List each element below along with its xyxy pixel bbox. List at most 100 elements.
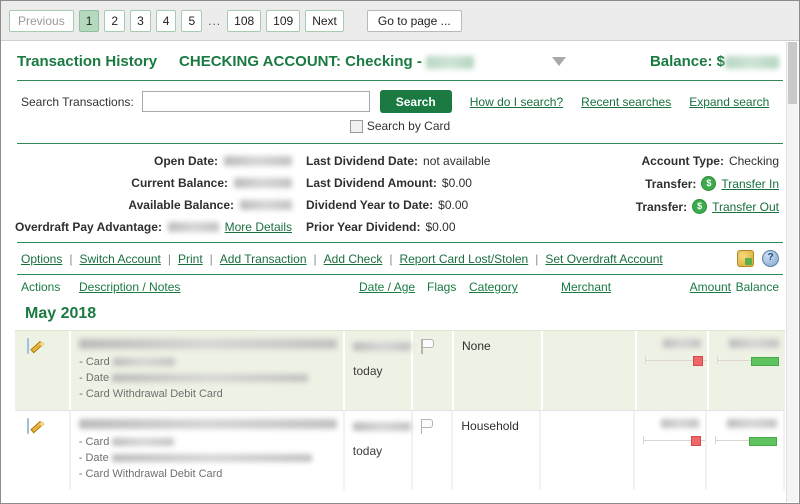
pagination-page-4[interactable]: 4 xyxy=(155,9,177,32)
detail-value: Checking xyxy=(728,154,779,168)
transfer-in-link[interactable]: Transfer In xyxy=(721,177,779,191)
transaction-age: today xyxy=(352,444,383,458)
options-link[interactable]: Options xyxy=(21,252,62,266)
row-merchant-cell xyxy=(541,411,635,490)
note-date-redacted xyxy=(112,374,309,382)
detail-label: Transfer: xyxy=(635,199,688,214)
detail-dividend-year-to-date: Dividend Year to Date: $0.00 xyxy=(300,198,570,212)
edit-icon[interactable] xyxy=(27,338,29,354)
row-balance-cell xyxy=(709,331,785,410)
amount-mini-bar xyxy=(645,355,707,366)
transaction-age: today xyxy=(353,364,383,378)
search-button[interactable]: Search xyxy=(379,90,452,113)
column-header-balance: Balance xyxy=(735,280,779,294)
search-by-card-row: Search by Card xyxy=(15,115,785,143)
transaction-date-redacted xyxy=(353,342,412,352)
row-date-cell: today xyxy=(345,331,414,410)
go-to-page-button[interactable]: Go to page ... xyxy=(366,9,462,32)
column-header-merchant[interactable]: Merchant xyxy=(561,280,659,294)
row-actions-cell xyxy=(15,331,72,410)
detail-current-balance: Current Balance: xyxy=(15,176,300,190)
set-overdraft-account-link[interactable]: Set Overdraft Account xyxy=(545,252,662,266)
row-category-cell: None xyxy=(454,331,543,410)
how-do-i-search-link[interactable]: How do I search? xyxy=(470,95,563,109)
pagination-bar: Previous 1 2 3 4 5 ... 108 109 Next Go t… xyxy=(1,1,799,41)
note-date: - Date xyxy=(79,452,337,464)
debit-marker xyxy=(691,436,701,446)
transfer-out-link[interactable]: Transfer Out xyxy=(712,200,779,214)
transaction-table-header: Actions Description / Notes Date / Age F… xyxy=(15,275,785,299)
detail-label: Last Dividend Amount: xyxy=(306,176,437,190)
export-package-icon[interactable] xyxy=(737,250,754,267)
chevron-down-icon[interactable] xyxy=(552,57,567,66)
available-balance-value-redacted xyxy=(240,200,292,210)
detail-label: Last Dividend Date: xyxy=(306,154,419,168)
separator: | xyxy=(209,251,213,266)
detail-label: Overdraft Pay Advantage: xyxy=(15,220,162,234)
account-name-label: CHECKING ACCOUNT: Checking - xyxy=(179,53,475,70)
pagination-page-5[interactable]: 5 xyxy=(181,9,203,32)
overdraft-value-redacted xyxy=(167,222,219,232)
detail-label: Prior Year Dividend: xyxy=(306,220,421,234)
row-description-cell: - Card - Date - Card Withdrawal Debit Ca… xyxy=(71,331,346,410)
note-type: - Card Withdrawal Debit Card xyxy=(79,468,337,480)
more-details-link[interactable]: More Details xyxy=(225,220,292,234)
row-date-cell: today xyxy=(345,411,413,490)
scrollbar-thumb[interactable] xyxy=(788,42,797,104)
column-header-date[interactable]: Date / Age xyxy=(359,280,427,294)
row-actions-cell xyxy=(15,411,71,490)
pagination-page-109[interactable]: 109 xyxy=(266,9,301,32)
pagination-page-108[interactable]: 108 xyxy=(227,9,262,32)
transaction-description-redacted xyxy=(78,419,337,429)
add-transaction-link[interactable]: Add Transaction xyxy=(220,252,307,266)
pagination-page-3[interactable]: 3 xyxy=(130,9,151,32)
recent-searches-link[interactable]: Recent searches xyxy=(581,95,671,109)
note-prefix: - Date xyxy=(79,372,110,384)
card-number-redacted xyxy=(112,358,175,366)
separator: | xyxy=(167,251,171,266)
separator: | xyxy=(535,251,539,266)
account-details: Open Date: Current Balance: Available Ba… xyxy=(15,144,785,242)
detail-account-type: Account Type: Checking xyxy=(570,154,785,168)
mini-bar-tick xyxy=(715,436,716,444)
detail-last-dividend-date: Last Dividend Date: not available xyxy=(300,154,570,168)
edit-icon[interactable] xyxy=(27,418,29,434)
table-row[interactable]: - Card - Date - Card Withdrawal Debit Ca… xyxy=(15,410,785,490)
column-header-category[interactable]: Category xyxy=(469,280,561,294)
report-card-lost-stolen-link[interactable]: Report Card Lost/Stolen xyxy=(399,252,528,266)
detail-value: not available xyxy=(423,154,491,168)
account-number-redacted xyxy=(426,55,475,69)
action-bar-icons: ? xyxy=(737,250,783,267)
column-header-amount[interactable]: Amount xyxy=(659,280,731,294)
running-balance-redacted xyxy=(729,339,779,348)
switch-account-link[interactable]: Switch Account xyxy=(79,252,160,266)
pagination-page-1[interactable]: 1 xyxy=(78,9,100,32)
column-header-flags: Flags xyxy=(427,280,457,294)
expand-search-link[interactable]: Expand search xyxy=(689,95,769,109)
pagination-page-2[interactable]: 2 xyxy=(104,9,126,32)
page-content: Transaction History CHECKING ACCOUNT: Ch… xyxy=(1,41,799,490)
balance-mini-bar xyxy=(717,355,779,366)
row-amount-cell xyxy=(635,411,707,490)
search-input[interactable] xyxy=(141,91,370,112)
detail-label: Current Balance: xyxy=(131,176,228,190)
pagination-next-button[interactable]: Next xyxy=(305,9,344,32)
table-row[interactable]: - Card - Date - Card Withdrawal Debit Ca… xyxy=(15,330,785,410)
help-icon[interactable]: ? xyxy=(762,250,779,267)
account-name-text: CHECKING ACCOUNT: Checking - xyxy=(179,53,422,70)
search-by-card-checkbox[interactable] xyxy=(349,119,363,133)
search-by-card-label: Search by Card xyxy=(366,119,451,133)
column-header-description[interactable]: Description / Notes xyxy=(79,280,359,294)
note-card: - Card xyxy=(79,436,337,448)
transaction-amount-redacted xyxy=(661,419,699,428)
add-check-link[interactable]: Add Check xyxy=(324,252,383,266)
detail-label: Dividend Year to Date: xyxy=(306,198,434,212)
print-link[interactable]: Print xyxy=(178,252,203,266)
pagination-previous-button[interactable]: Previous xyxy=(9,9,74,32)
row-merchant-cell xyxy=(543,331,637,410)
detail-label: Open Date: xyxy=(153,154,218,168)
details-column-3: Account Type: Checking Transfer: $ Trans… xyxy=(570,154,785,234)
row-description-cell: - Card - Date - Card Withdrawal Debit Ca… xyxy=(71,411,345,490)
dollar-coin-icon: $ xyxy=(701,176,717,191)
vertical-scrollbar[interactable] xyxy=(786,42,798,502)
